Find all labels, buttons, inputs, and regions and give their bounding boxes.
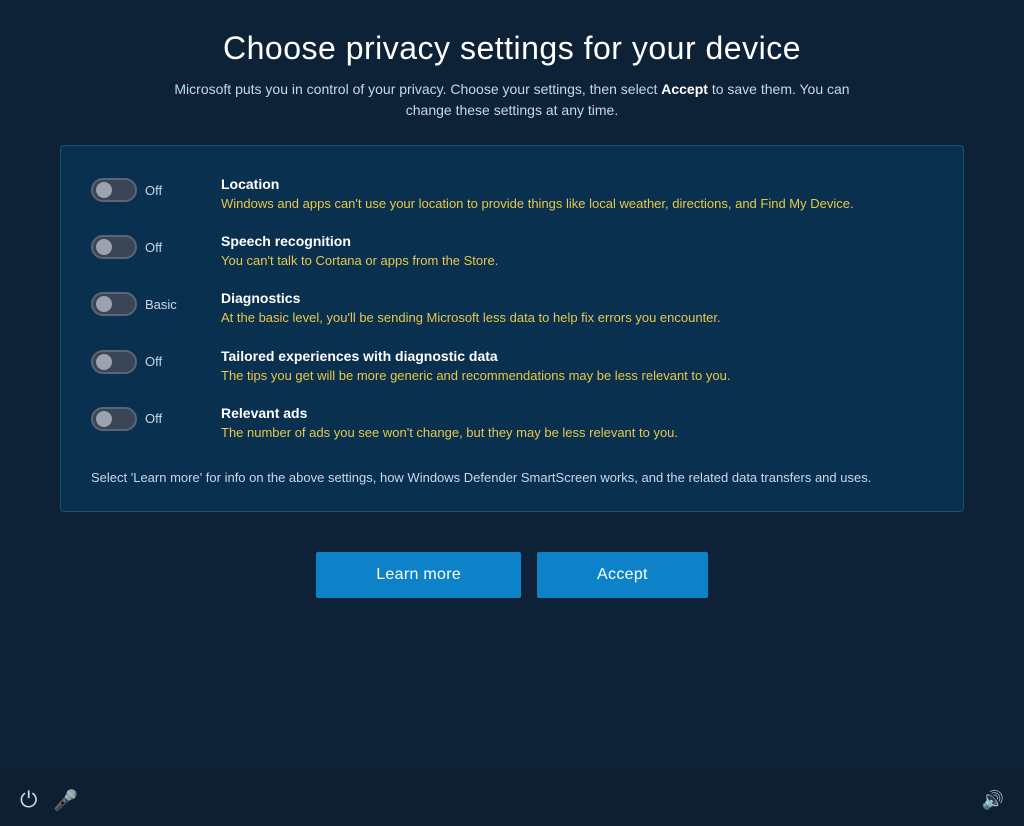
accept-button[interactable]: Accept — [537, 552, 708, 598]
taskbar-left: ⏻ 🎤 — [20, 787, 78, 813]
toggle-diagnostics[interactable] — [91, 292, 137, 316]
setting-row-speech: Off Speech recognition You can't talk to… — [91, 223, 933, 280]
setting-title-diagnostics: Diagnostics — [221, 290, 933, 306]
setting-row-location: Off Location Windows and apps can't use … — [91, 166, 933, 223]
power-icon[interactable]: ⏻ — [20, 787, 37, 813]
setting-desc-tailored: The tips you get will be more generic an… — [221, 367, 933, 385]
setting-content-tailored: Tailored experiences with diagnostic dat… — [221, 348, 933, 385]
toggle-label-tailored: Off — [145, 354, 183, 369]
toggle-label-speech: Off — [145, 240, 183, 255]
setting-title-tailored: Tailored experiences with diagnostic dat… — [221, 348, 933, 364]
setting-row-tailored: Off Tailored experiences with diagnostic… — [91, 338, 933, 395]
volume-icon[interactable]: 🔊 — [982, 790, 1004, 811]
learn-more-button[interactable]: Learn more — [316, 552, 521, 598]
subtitle-text: Microsoft puts you in control of your pr… — [174, 81, 661, 97]
toggle-label-location: Off — [145, 183, 183, 198]
setting-content-location: Location Windows and apps can't use your… — [221, 176, 933, 213]
setting-title-ads: Relevant ads — [221, 405, 933, 421]
buttons-row: Learn more Accept — [316, 552, 708, 598]
page-subtitle: Microsoft puts you in control of your pr… — [162, 79, 862, 121]
subtitle-bold: Accept — [661, 81, 708, 97]
setting-desc-diagnostics: At the basic level, you'll be sending Mi… — [221, 309, 933, 327]
toggle-label-diagnostics: Basic — [145, 297, 183, 312]
info-text: Select 'Learn more' for info on the abov… — [91, 464, 933, 488]
setting-content-diagnostics: Diagnostics At the basic level, you'll b… — [221, 290, 933, 327]
setting-row-ads: Off Relevant ads The number of ads you s… — [91, 395, 933, 452]
setting-title-location: Location — [221, 176, 933, 192]
toggle-location[interactable] — [91, 178, 137, 202]
setting-desc-speech: You can't talk to Cortana or apps from t… — [221, 252, 933, 270]
toggle-tailored[interactable] — [91, 350, 137, 374]
toggle-area-tailored: Off — [91, 350, 201, 374]
toggle-area-diagnostics: Basic — [91, 292, 201, 316]
toggle-area-ads: Off — [91, 407, 201, 431]
setting-desc-location: Windows and apps can't use your location… — [221, 195, 933, 213]
setting-row-diagnostics: Basic Diagnostics At the basic level, yo… — [91, 280, 933, 337]
page-wrapper: Choose privacy settings for your device … — [0, 0, 1024, 826]
setting-title-speech: Speech recognition — [221, 233, 933, 249]
toggle-area-speech: Off — [91, 235, 201, 259]
page-title: Choose privacy settings for your device — [223, 30, 801, 67]
setting-content-speech: Speech recognition You can't talk to Cor… — [221, 233, 933, 270]
toggle-ads[interactable] — [91, 407, 137, 431]
toggle-label-ads: Off — [145, 411, 183, 426]
taskbar: ⏻ 🎤 🔊 — [0, 774, 1024, 826]
setting-desc-ads: The number of ads you see won't change, … — [221, 424, 933, 442]
toggle-speech[interactable] — [91, 235, 137, 259]
settings-panel: Off Location Windows and apps can't use … — [60, 145, 964, 512]
microphone-icon[interactable]: 🎤 — [53, 788, 78, 813]
toggle-area-location: Off — [91, 178, 201, 202]
setting-content-ads: Relevant ads The number of ads you see w… — [221, 405, 933, 442]
